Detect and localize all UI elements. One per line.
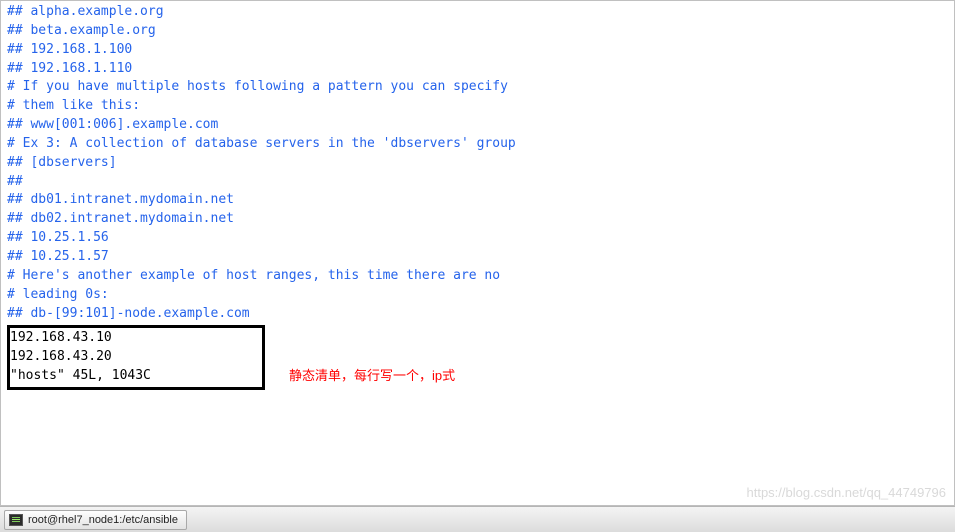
taskbar-terminal-label: root@rhel7_node1:/etc/ansible <box>28 514 178 526</box>
file-line: ## db02.intranet.mydomain.net <box>7 210 948 229</box>
file-line: ## beta.example.org <box>7 22 948 41</box>
annotation-label: 静态清单，每行写一个，ip式 <box>289 367 455 390</box>
taskbar-terminal-button[interactable]: root@rhel7_node1:/etc/ansible <box>4 510 187 530</box>
appended-line: 192.168.43.20 <box>10 348 258 367</box>
file-line: # them like this: <box>7 97 948 116</box>
file-line: # Here's another example of host ranges,… <box>7 267 948 286</box>
watermark-text: https://blog.csdn.net/qq_44749796 <box>747 484 947 503</box>
file-line: ## 10.25.1.56 <box>7 229 948 248</box>
file-line: ## alpha.example.org <box>7 3 948 22</box>
file-line: ## [dbservers] <box>7 154 948 173</box>
terminal-viewport[interactable]: ## alpha.example.org ## beta.example.org… <box>0 0 955 506</box>
file-line: ## db01.intranet.mydomain.net <box>7 191 948 210</box>
appended-line: 192.168.43.10 <box>10 329 258 348</box>
file-line: ## www[001:006].example.com <box>7 116 948 135</box>
file-line: # If you have multiple hosts following a… <box>7 78 948 97</box>
file-line: # leading 0s: <box>7 286 948 305</box>
file-line: ## 10.25.1.57 <box>7 248 948 267</box>
file-line: ## <box>7 173 948 192</box>
file-line: ## 192.168.1.110 <box>7 60 948 79</box>
terminal-icon <box>9 514 23 526</box>
highlighted-edits-box: 192.168.43.10 192.168.43.20 "hosts" 45L,… <box>7 325 265 390</box>
file-line: ## 192.168.1.100 <box>7 41 948 60</box>
vim-status-line: "hosts" 45L, 1043C <box>10 367 258 386</box>
taskbar: root@rhel7_node1:/etc/ansible <box>0 506 955 532</box>
file-line: ## db-[99:101]-node.example.com <box>7 305 948 324</box>
file-line: # Ex 3: A collection of database servers… <box>7 135 948 154</box>
